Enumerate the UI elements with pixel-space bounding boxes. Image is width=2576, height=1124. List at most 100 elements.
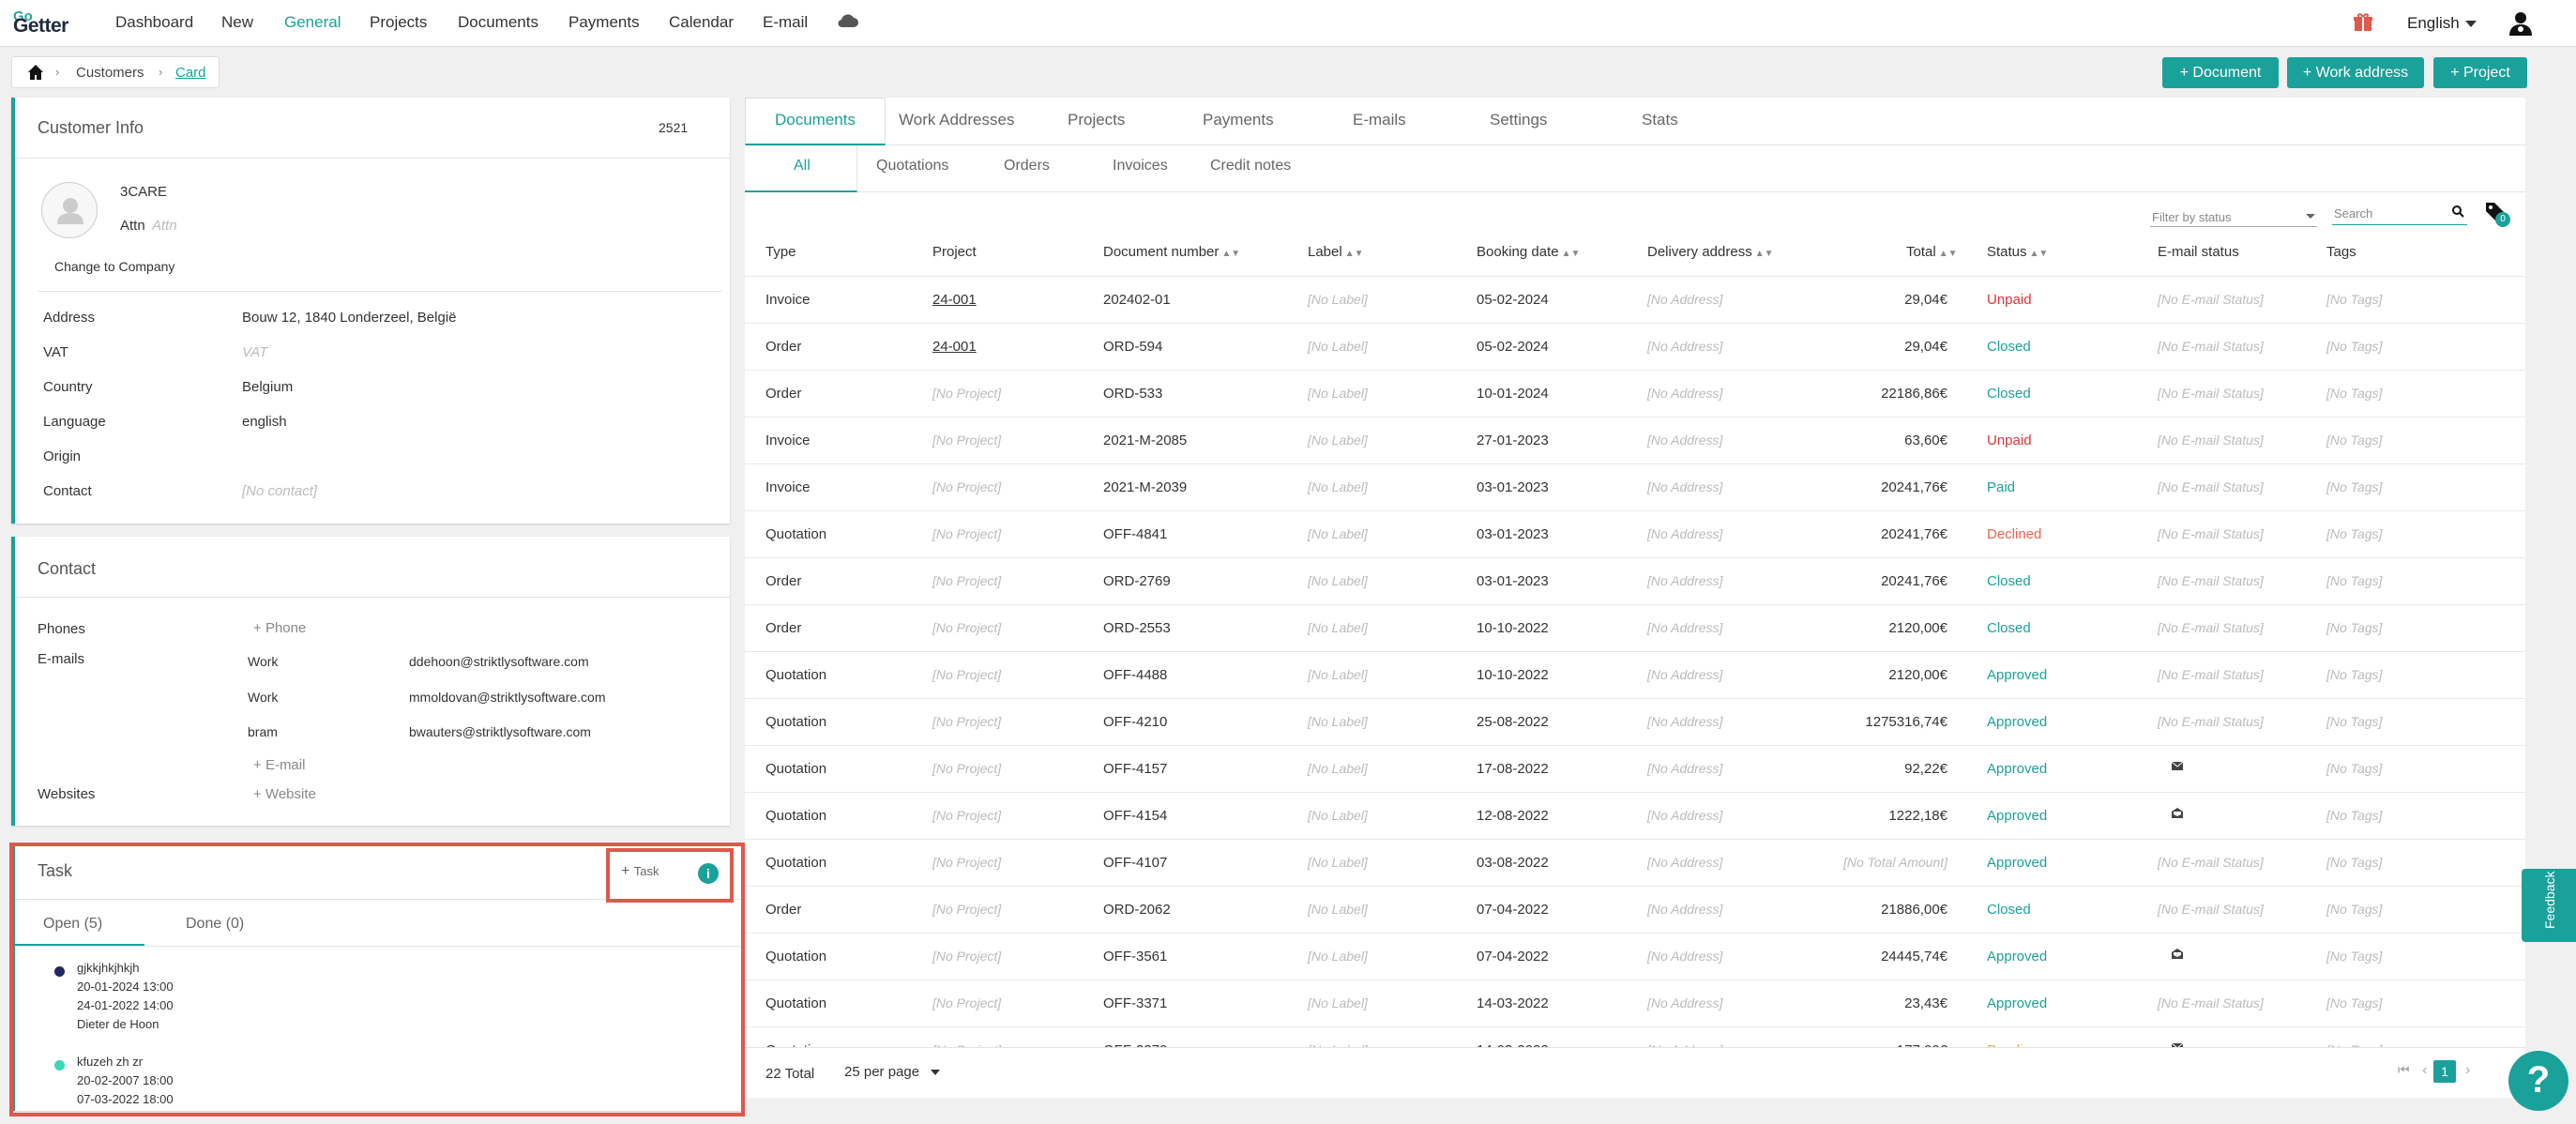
cell-delivery-address: [No Address] (1647, 949, 1723, 964)
add-document-button[interactable]: + Document (2162, 57, 2279, 88)
search-input[interactable]: Search (2332, 199, 2467, 225)
subtab-invoices[interactable]: Invoices (1113, 158, 1168, 175)
cell-type: Invoice (765, 479, 811, 495)
add-website-button[interactable]: + Website (253, 786, 316, 802)
envelope-icon[interactable] (2171, 759, 2184, 775)
prev-page-icon[interactable]: ‹ (2422, 1062, 2427, 1079)
cell-label: [No Label] (1308, 292, 1368, 307)
table-row[interactable]: Quotation [No Project] OFF-4154 [No Label] 1… (745, 792, 2525, 839)
table-row[interactable]: Quotation [No Project] OFF-3561 [No Label] 0… (745, 933, 2525, 980)
change-to-company-link[interactable]: Change to Company (54, 259, 174, 274)
attn-field[interactable]: Attn (152, 218, 177, 234)
customer-name[interactable]: 3CARE (120, 184, 167, 200)
nav-dashboard[interactable]: Dashboard (115, 13, 193, 32)
next-page-icon[interactable]: › (2465, 1062, 2470, 1079)
email-address[interactable]: mmoldovan@striktlysoftware.com (409, 690, 606, 705)
contact-value[interactable]: [No contact] (242, 483, 317, 499)
table-row[interactable]: Quotation [No Project] OFF-4107 [No Label] 0… (745, 839, 2525, 886)
subtab-quotations[interactable]: Quotations (876, 158, 948, 175)
table-row[interactable]: Order 24-001 ORD-594 [No Label] 05-02-2024 [N… (745, 323, 2525, 370)
address-label: Address (43, 310, 96, 326)
add-work-address-button[interactable]: + Work address (2287, 57, 2424, 88)
cell-type: Order (765, 573, 802, 589)
table-row[interactable]: Order [No Project] ORD-533 [No Label] 10-01-… (745, 370, 2525, 417)
subtab-credit-notes[interactable]: Credit notes (1210, 158, 1291, 175)
nav-documents[interactable]: Documents (458, 13, 538, 32)
cell-status: Closed (1987, 573, 2031, 589)
language-value[interactable]: english (242, 414, 287, 430)
envelope-open-icon[interactable] (2171, 947, 2184, 964)
add-email-button[interactable]: + E-mail (253, 757, 305, 773)
table-row[interactable]: Quotation [No Project] OFF-4210 [No Label] 2… (745, 698, 2525, 745)
add-project-button[interactable]: + Project (2433, 57, 2527, 88)
status-filter-select[interactable]: Filter by status (2150, 203, 2317, 227)
per-page-select[interactable]: 25 per page (844, 1064, 941, 1080)
tab-stats[interactable]: Stats (1642, 111, 1678, 129)
email-address[interactable]: bwauters@striktlysoftware.com (409, 724, 591, 739)
column-status[interactable]: Status ▲▼ (1987, 244, 2048, 260)
nav-email[interactable]: E-mail (763, 13, 808, 32)
table-row[interactable]: Quotation [No Project] OFF-4488 [No Label] 1… (745, 651, 2525, 698)
add-task-button[interactable]: + Task (621, 863, 659, 880)
table-row[interactable]: Invoice 24-001 202402-01 [No Label] 05-02-20… (745, 276, 2525, 323)
table-row[interactable]: Quotation[No Project]OFF-3370[No Label]1… (745, 1026, 2525, 1047)
column-label[interactable]: Label ▲▼ (1308, 244, 1364, 260)
nav-new[interactable]: New (221, 13, 253, 32)
table-row[interactable]: Quotation [No Project] OFF-4157 [No Label] 1… (745, 745, 2525, 792)
feedback-tab[interactable]: Feedback (2522, 869, 2576, 942)
avatar[interactable] (41, 182, 98, 238)
tab-work-addresses[interactable]: Work Addresses (899, 111, 1014, 129)
column-delivery-address[interactable]: Delivery address ▲▼ (1647, 244, 1774, 260)
gift-icon[interactable] (2353, 12, 2373, 33)
nav-calendar[interactable]: Calendar (669, 13, 734, 32)
info-icon[interactable]: i (698, 863, 719, 884)
language-dropdown[interactable]: English (2407, 14, 2477, 33)
cell-status: Paid (1987, 479, 2016, 495)
table-row[interactable]: Order [No Project] ORD-2062 [No Label] 07-04… (745, 886, 2525, 933)
plus-icon: + (253, 620, 265, 636)
column-total[interactable]: Total ▲▼ (1906, 244, 1957, 260)
envelope-open-icon[interactable] (2171, 806, 2184, 823)
nav-payments[interactable]: Payments (568, 13, 640, 32)
cell-type: Quotation (765, 526, 827, 542)
subtab-all[interactable]: All (794, 158, 811, 175)
cell-label: [No Label] (1308, 667, 1368, 682)
table-row[interactable]: Quotation [No Project] OFF-3371 [No Label] 1… (745, 980, 2525, 1026)
status-filter-placeholder: Filter by status (2152, 210, 2232, 224)
table-row[interactable]: Invoice [No Project] 2021-M-2085 [No Label]… (745, 417, 2525, 463)
tab-payments[interactable]: Payments (1203, 111, 1274, 129)
table-row[interactable]: Invoice [No Project] 2021-M-2039 [No Label]… (745, 463, 2525, 510)
breadcrumb-customers[interactable]: Customers (76, 65, 144, 81)
table-row[interactable]: Order [No Project] ORD-2553 [No Label] 10-10… (745, 604, 2525, 651)
tab-settings[interactable]: Settings (1490, 111, 1547, 129)
page-button[interactable]: 1 (2433, 1060, 2456, 1083)
help-button[interactable]: ? (2508, 1051, 2568, 1111)
subtab-orders[interactable]: Orders (1004, 158, 1050, 175)
cloud-icon[interactable] (837, 12, 859, 29)
tab-documents[interactable]: Documents (775, 111, 856, 129)
first-page-icon[interactable]: ⏮ (2398, 1062, 2410, 1078)
tab-emails[interactable]: E-mails (1353, 111, 1406, 129)
cell-project[interactable]: 24-001 (932, 339, 977, 355)
user-icon[interactable] (2508, 10, 2533, 37)
column-booking-date[interactable]: Booking date ▲▼ (1477, 244, 1580, 260)
cell-delivery-address: [No Address] (1647, 386, 1723, 401)
cell-project[interactable]: 24-001 (932, 292, 977, 308)
add-phone-button[interactable]: + Phone (253, 620, 306, 636)
home-icon[interactable] (27, 64, 44, 81)
nav-general[interactable]: General (284, 13, 341, 32)
table-body: Invoice 24-001 202402-01 [No Label] 05-02-20… (745, 276, 2525, 1047)
column-document-number[interactable]: Document number ▲▼ (1103, 244, 1240, 260)
cell-status: Approved (1987, 995, 2048, 1011)
country-value[interactable]: Belgium (242, 379, 293, 395)
tab-projects[interactable]: Projects (1068, 111, 1125, 129)
vat-value[interactable]: VAT (242, 344, 267, 360)
column-project: Project (932, 244, 977, 260)
address-value[interactable]: Bouw 12, 1840 Londerzeel, België (242, 310, 457, 326)
nav-projects[interactable]: Projects (370, 13, 427, 32)
email-address[interactable]: ddehoon@striktlysoftware.com (409, 654, 589, 669)
table-row[interactable]: Quotation [No Project] OFF-4841 [No Label] 0… (745, 510, 2525, 557)
table-row[interactable]: Order [No Project] ORD-2769 [No Label] 03-01… (745, 557, 2525, 604)
breadcrumb-card[interactable]: Card (175, 65, 206, 81)
envelope-icon[interactable] (2171, 1040, 2184, 1047)
